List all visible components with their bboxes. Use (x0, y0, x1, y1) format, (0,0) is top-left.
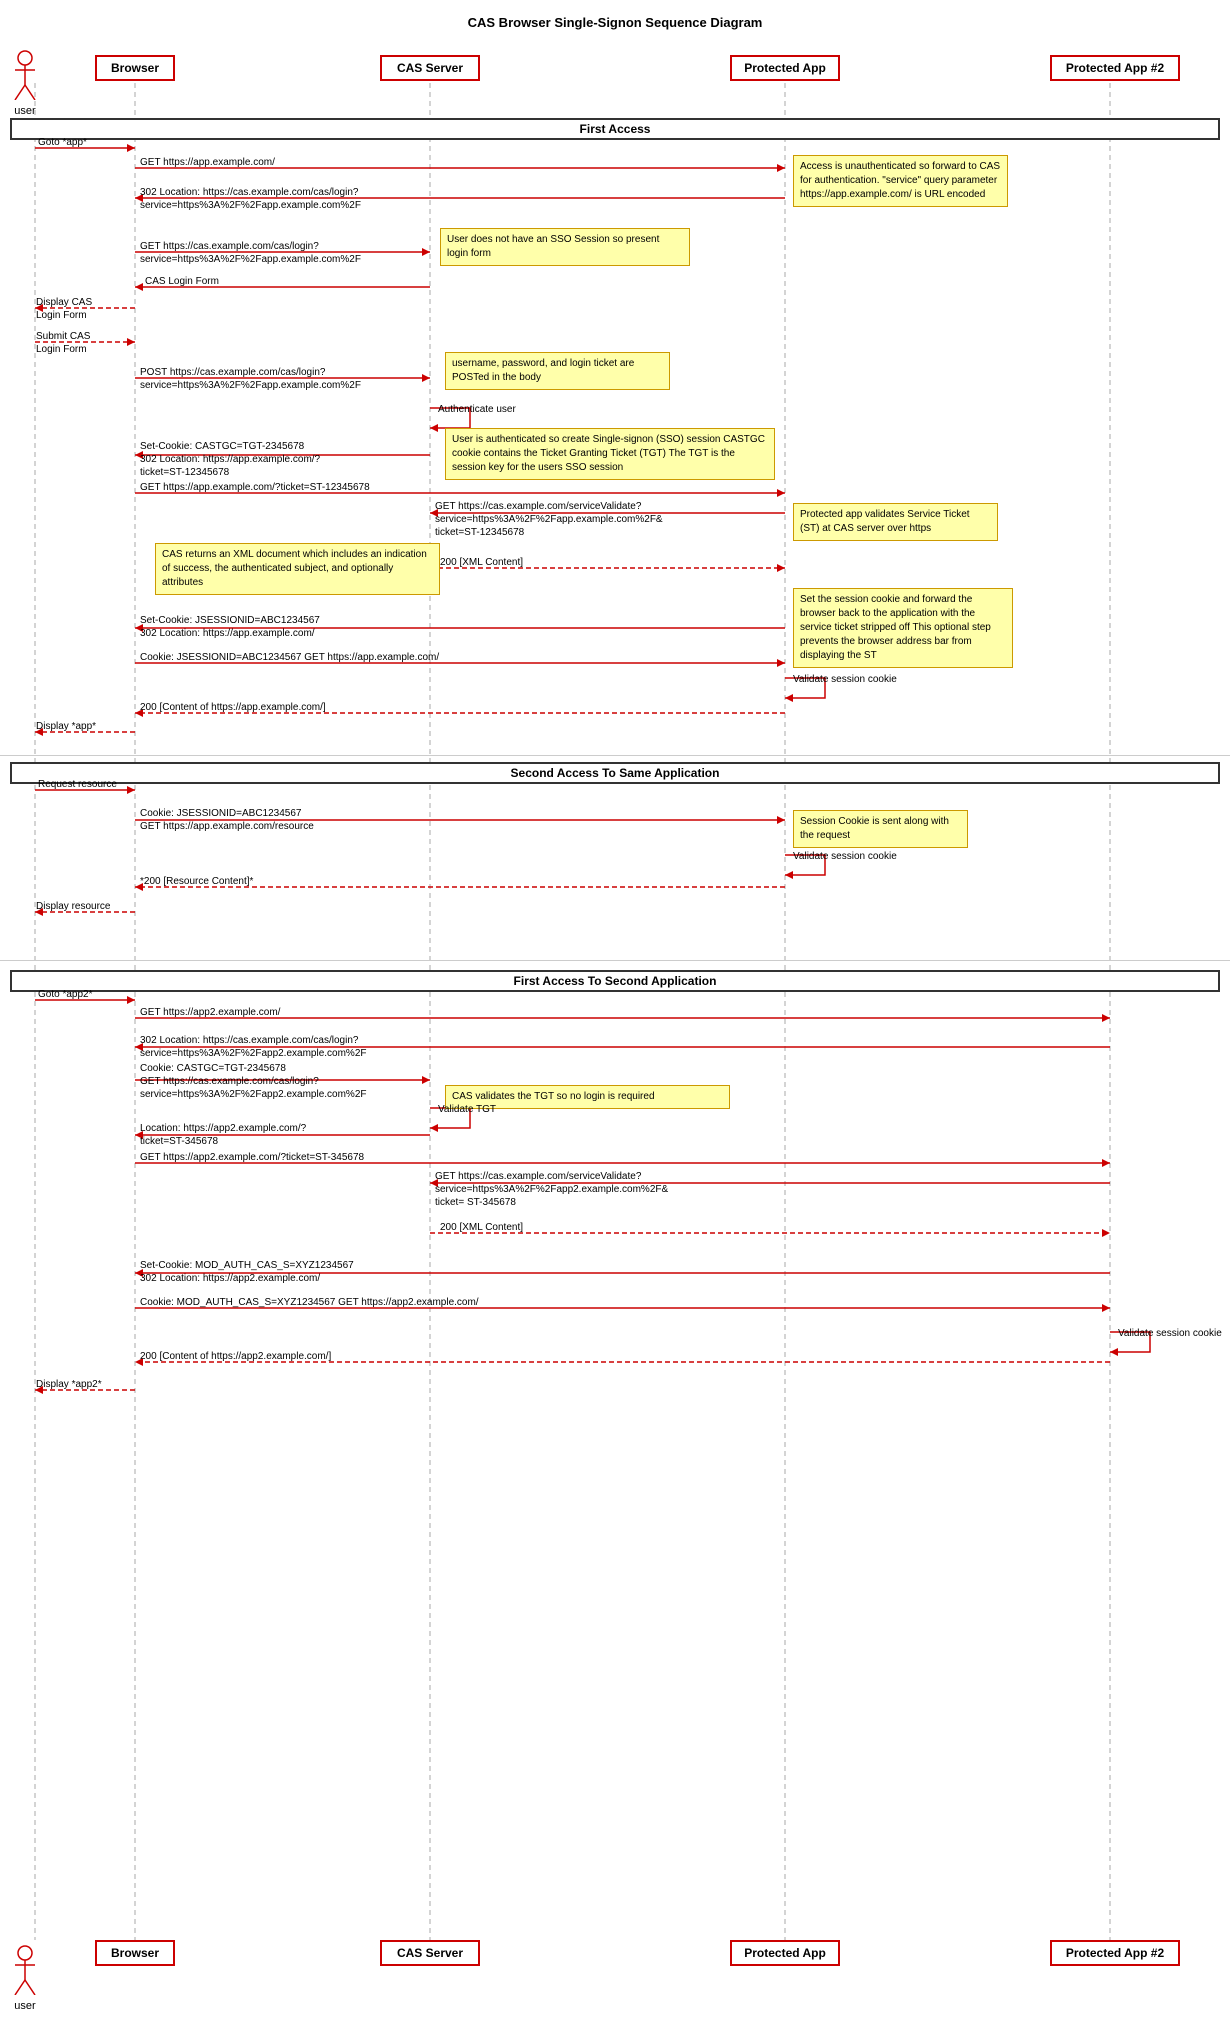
message-label: Cookie: MOD_AUTH_CAS_S=XYZ1234567 GET ht… (140, 1296, 479, 1309)
actor-user: user (10, 1945, 40, 2012)
message-label: Validate session cookie (1118, 1327, 1222, 1340)
message-label: GET https://cas.example.com/serviceValid… (435, 1170, 668, 1209)
message-label: 200 [Content of https://app2.example.com… (140, 1350, 331, 1363)
message-label: Request resource (38, 778, 117, 791)
message-label: Set-Cookie: JSESSIONID=ABC1234567 302 Lo… (140, 614, 320, 640)
message-label: Set-Cookie: MOD_AUTH_CAS_S=XYZ1234567 30… (140, 1259, 354, 1285)
message-label: 302 Location: https://cas.example.com/ca… (140, 1034, 367, 1060)
message-label: CAS Login Form (145, 275, 219, 288)
message-label: Cookie: CASTGC=TGT-2345678 GET https://c… (140, 1062, 367, 1101)
message-label: GET https://app2.example.com/?ticket=ST-… (140, 1151, 364, 1164)
note-box: Session Cookie is sent along with the re… (793, 810, 968, 848)
message-label: Display resource (36, 900, 110, 913)
lifeline-header-browser: Browser (95, 55, 175, 81)
message-label: Display *app* (36, 720, 96, 733)
note-box: User does not have an SSO Session so pre… (440, 228, 690, 266)
section-header: First Access (10, 118, 1220, 140)
message-label: 302 Location: https://cas.example.com/ca… (140, 186, 361, 212)
message-label: GET https://app2.example.com/ (140, 1006, 280, 1019)
lifeline-footer-browser: Browser (95, 1940, 175, 1966)
message-label: POST https://cas.example.com/cas/login? … (140, 366, 361, 392)
lifeline-header-app1: Protected App (730, 55, 840, 81)
lifeline-footer-app1: Protected App (730, 1940, 840, 1966)
note-box: Protected app validates Service Ticket (… (793, 503, 998, 541)
message-label: Goto *app2* (38, 988, 93, 1001)
message-label: 200 [Content of https://app.example.com/… (140, 701, 326, 714)
message-label: GET https://app.example.com/ (140, 156, 275, 169)
message-label: Display CAS Login Form (36, 296, 92, 322)
message-label: 200 [XML Content] (440, 556, 523, 569)
message-label: Cookie: JSESSIONID=ABC1234567 GET https:… (140, 807, 314, 833)
message-label: Authenticate user (438, 403, 516, 416)
message-label: 200 [XML Content] (440, 1221, 523, 1234)
message-label: Set-Cookie: CASTGC=TGT-2345678 302 Locat… (140, 440, 320, 479)
message-label: Validate session cookie (793, 850, 897, 863)
section-separator (0, 755, 1230, 756)
lifeline-footer-cas: CAS Server (380, 1940, 480, 1966)
actor-user: user (10, 50, 40, 117)
message-label: *200 [Resource Content]* (140, 875, 253, 888)
note-box: CAS returns an XML document which includ… (155, 543, 440, 595)
note-box: Access is unauthenticated so forward to … (793, 155, 1008, 207)
message-label: Goto *app* (38, 136, 87, 149)
note-box: User is authenticated so create Single-s… (445, 428, 775, 480)
lifeline-header-app2: Protected App #2 (1050, 55, 1180, 81)
message-label: Location: https://app2.example.com/? tic… (140, 1122, 306, 1148)
note-box: username, password, and login ticket are… (445, 352, 670, 390)
lifeline-footer-app2: Protected App #2 (1050, 1940, 1180, 1966)
message-label: Validate TGT (438, 1103, 496, 1116)
diagram-title: CAS Browser Single-Signon Sequence Diagr… (0, 10, 1230, 30)
section-header: Second Access To Same Application (10, 762, 1220, 784)
lifeline-header-cas: CAS Server (380, 55, 480, 81)
message-label: GET https://cas.example.com/cas/login? s… (140, 240, 361, 266)
note-box: Set the session cookie and forward the b… (793, 588, 1013, 668)
message-label: Cookie: JSESSIONID=ABC1234567 GET https:… (140, 651, 439, 664)
message-label: Display *app2* (36, 1378, 102, 1391)
message-label: Validate session cookie (793, 673, 897, 686)
section-separator (0, 960, 1230, 961)
section-header: First Access To Second Application (10, 970, 1220, 992)
message-label: Submit CAS Login Form (36, 330, 90, 356)
message-label: GET https://app.example.com/?ticket=ST-1… (140, 481, 370, 494)
message-label: GET https://cas.example.com/serviceValid… (435, 500, 663, 539)
